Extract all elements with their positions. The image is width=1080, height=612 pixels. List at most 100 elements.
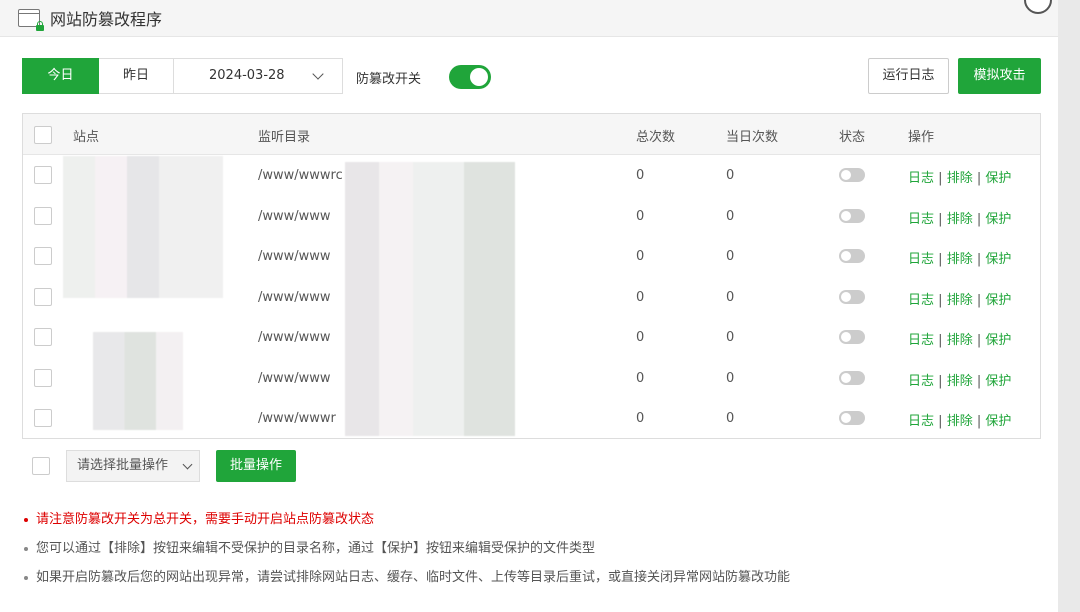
row-total: 0 xyxy=(636,208,645,224)
ops-separator: | xyxy=(938,211,943,227)
row-status-toggle[interactable] xyxy=(839,370,865,385)
exclude-link[interactable]: 排除 xyxy=(947,374,973,389)
row-ops: 日志 | 排除 | 保护 xyxy=(908,329,1011,348)
row-total: 0 xyxy=(636,289,645,305)
log-link[interactable]: 日志 xyxy=(908,171,934,186)
batch-select-checkbox[interactable] xyxy=(32,457,50,475)
log-link[interactable]: 日志 xyxy=(908,374,934,389)
row-checkbox[interactable] xyxy=(34,328,52,346)
row-today: 0 xyxy=(726,330,735,345)
row-dir: /www/www xyxy=(258,289,331,305)
exclude-link[interactable]: 排除 xyxy=(947,333,973,348)
row-checkbox[interactable] xyxy=(34,166,52,184)
row-checkbox[interactable] xyxy=(34,247,52,265)
select-all-checkbox[interactable] xyxy=(34,126,52,144)
ops-separator: | xyxy=(938,292,943,308)
tamper-proof-dialog: 网站防篡改程序 今日 昨日 2024-03-28 防篡改开关 运行日志 模拟攻击… xyxy=(0,0,1058,612)
ops-separator: | xyxy=(976,414,982,429)
ops-separator: | xyxy=(976,373,982,389)
log-link[interactable]: 日志 xyxy=(908,212,934,227)
ops-separator: | xyxy=(938,171,943,186)
row-checkbox[interactable] xyxy=(34,409,52,427)
run-log-button[interactable]: 运行日志 xyxy=(868,58,949,94)
row-total: 0 xyxy=(636,330,645,345)
row-dir: /www/wwwrc xyxy=(258,168,343,183)
notes-list: 请注意防篡改开关为总开关，需要手动开启站点防篡改状态 您可以通过【排除】按钮来编… xyxy=(24,511,790,598)
ops-separator: | xyxy=(938,373,943,389)
batch-select-placeholder: 请选择批量操作 xyxy=(77,458,169,473)
row-ops: 日志 | 排除 | 保护 xyxy=(908,208,1011,227)
row-dir: /www/www xyxy=(258,249,331,264)
today-button[interactable]: 今日 xyxy=(22,58,99,94)
row-dir: /www/www xyxy=(258,330,331,345)
row-ops: 日志 | 排除 | 保护 xyxy=(908,289,1011,308)
row-ops: 日志 | 排除 | 保护 xyxy=(908,370,1011,389)
row-checkbox[interactable] xyxy=(34,206,52,225)
row-dir: /www/www xyxy=(258,370,331,386)
batch-operation-select[interactable]: 请选择批量操作 xyxy=(66,450,200,482)
protect-link[interactable]: 保护 xyxy=(985,252,1011,267)
date-select[interactable]: 2024-03-28 xyxy=(174,58,343,94)
ops-separator: | xyxy=(938,414,943,429)
window-lock-icon xyxy=(18,9,44,31)
batch-operation-button[interactable]: 批量操作 xyxy=(216,450,296,482)
header-ops: 操作 xyxy=(908,130,935,145)
ops-separator: | xyxy=(938,333,943,348)
row-dir: /www/wwwr xyxy=(258,411,336,426)
ops-separator: | xyxy=(976,171,982,186)
protect-link[interactable]: 保护 xyxy=(985,293,1011,308)
ops-separator: | xyxy=(976,252,982,267)
redaction-mosaic xyxy=(345,162,515,436)
row-today: 0 xyxy=(726,249,735,264)
table-header: 站点 监听目录 总次数 当日次数 状态 操作 xyxy=(23,114,1040,155)
ops-separator: | xyxy=(976,333,982,348)
log-link[interactable]: 日志 xyxy=(908,414,934,429)
row-status-toggle[interactable] xyxy=(839,289,865,304)
header-status: 状态 xyxy=(839,130,866,145)
note-item: 您可以通过【排除】按钮来编辑不受保护的目录名称，通过【保护】按钮来编辑受保护的文… xyxy=(24,540,790,569)
toolbar: 今日 昨日 2024-03-28 防篡改开关 运行日志 模拟攻击 xyxy=(22,58,1041,94)
exclude-link[interactable]: 排除 xyxy=(947,414,973,429)
header-today: 当日次数 xyxy=(726,130,779,145)
row-today: 0 xyxy=(726,370,735,386)
row-total: 0 xyxy=(636,168,645,183)
row-status-toggle[interactable] xyxy=(839,208,865,223)
simulate-attack-button[interactable]: 模拟攻击 xyxy=(958,58,1041,94)
row-status-toggle[interactable] xyxy=(839,330,865,344)
row-today: 0 xyxy=(726,168,735,183)
row-checkbox[interactable] xyxy=(34,287,52,306)
log-link[interactable]: 日志 xyxy=(908,293,934,308)
header-site: 站点 xyxy=(73,130,100,145)
log-link[interactable]: 日志 xyxy=(908,252,934,267)
protect-link[interactable]: 保护 xyxy=(985,212,1011,227)
row-total: 0 xyxy=(636,370,645,386)
row-ops: 日志 | 排除 | 保护 xyxy=(908,410,1011,429)
row-status-toggle[interactable] xyxy=(839,249,865,263)
chevron-down-icon xyxy=(312,68,324,80)
row-total: 0 xyxy=(636,249,645,264)
row-ops: 日志 | 排除 | 保护 xyxy=(908,167,1011,186)
exclude-link[interactable]: 排除 xyxy=(947,293,973,308)
header-total: 总次数 xyxy=(636,130,676,145)
note-item: 请注意防篡改开关为总开关，需要手动开启站点防篡改状态 xyxy=(24,511,790,540)
ops-separator: | xyxy=(976,292,982,308)
protect-link[interactable]: 保护 xyxy=(985,374,1011,389)
row-status-toggle[interactable] xyxy=(839,168,865,182)
protect-link[interactable]: 保护 xyxy=(985,333,1011,348)
protect-link[interactable]: 保护 xyxy=(985,171,1011,186)
date-value: 2024-03-28 xyxy=(209,68,285,83)
tamper-master-switch[interactable] xyxy=(449,65,491,89)
yesterday-button[interactable]: 昨日 xyxy=(99,58,174,94)
exclude-link[interactable]: 排除 xyxy=(947,212,973,227)
tamper-switch-label: 防篡改开关 xyxy=(356,72,422,87)
background-strip xyxy=(1058,0,1080,612)
exclude-link[interactable]: 排除 xyxy=(947,252,973,267)
title-bar: 网站防篡改程序 xyxy=(0,0,1058,37)
row-status-toggle[interactable] xyxy=(839,411,865,425)
log-link[interactable]: 日志 xyxy=(908,333,934,348)
row-today: 0 xyxy=(726,208,735,224)
protect-link[interactable]: 保护 xyxy=(985,414,1011,429)
exclude-link[interactable]: 排除 xyxy=(947,171,973,186)
redaction-mosaic xyxy=(63,156,223,298)
row-checkbox[interactable] xyxy=(34,368,52,387)
